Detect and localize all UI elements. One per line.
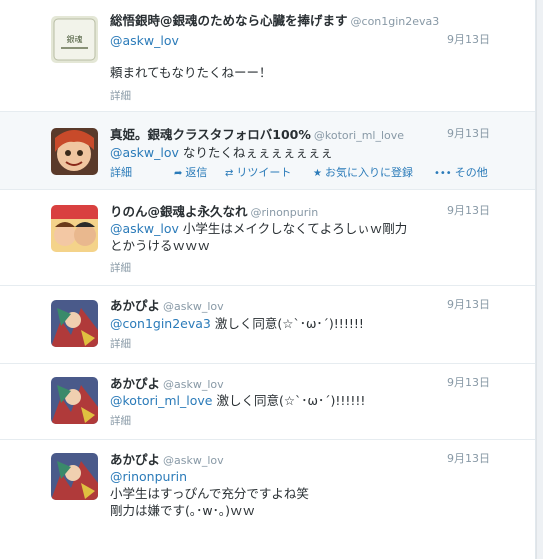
tweet-item[interactable]: あかぴよ @askw_lov 9月13日 @kotori_ml_love 激しく同… [0,364,535,440]
tweet-actions: 詳細 ➦ 返信 ⇄ リツイート ★ お気に入りに登録 ••• その他 [110,165,490,181]
more-label: その他 [454,166,488,179]
screen-name[interactable]: @kotori_ml_love [314,129,404,142]
tweet-text-line: 小学生はすっぴんで充分ですよね笑 [110,486,309,501]
tweet-text: @con1gin2eva3 激しく同意(☆`･ω･´)!!!!!! [110,315,410,332]
timestamp[interactable]: 9月13日 [447,31,490,49]
avatar[interactable] [51,300,98,347]
favorite-label: お気に入りに登録 [324,166,413,179]
fullname[interactable]: 総悟銀時@銀魂のためなら心臓を捧げます [110,13,348,28]
avatar[interactable] [51,453,98,500]
avatar[interactable]: 銀魂 [51,16,98,63]
tweet-item[interactable]: 銀魂 総悟銀時@銀魂のためなら心臓を捧げます @con1gin2eva3 9月13… [0,0,535,112]
tweet-item[interactable]: りのん@銀魂よ永久なれ @rinonpurin 9月13日 @askw_lov 小… [0,190,535,286]
retweet-label: リツイート [236,166,292,179]
tweet-item[interactable]: あかぴよ @askw_lov 9月13日 @con1gin2eva3 激しく同意(… [0,286,535,364]
scrollbar[interactable] [536,0,543,559]
tweet-header: あかぴよ @askw_lov [110,450,491,468]
fullname[interactable]: りのん@銀魂よ永久なれ [110,204,248,219]
reply-icon: ➦ [174,168,183,179]
screen-name[interactable]: @con1gin2eva3 [351,15,440,28]
reply-label: 返信 [185,166,208,179]
detail-link[interactable]: 詳細 [110,89,131,103]
tweet-item[interactable]: 真姫。銀魂クラスタフォロバ100% @kotori_ml_love 9月13日 @… [0,112,535,190]
mention-link[interactable]: @con1gin2eva3 [110,316,211,331]
timestamp[interactable]: 9月13日 [447,450,490,468]
detail-link[interactable]: 詳細 [110,165,132,181]
mention-link[interactable]: @askw_lov [110,221,179,236]
detail-link[interactable]: 詳細 [110,337,131,351]
mention-link[interactable]: @askw_lov [110,145,179,160]
tweet-text-line: 激しく同意(☆`･ω･´)!!!!!! [212,393,366,408]
timeline-stream: 銀魂 総悟銀時@銀魂のためなら心臓を捧げます @con1gin2eva3 9月13… [0,0,536,559]
mention-link[interactable]: @askw_lov [110,33,179,48]
tweet-text: @askw_lov なりたくねぇぇぇぇぇぇぇ [110,144,410,161]
mention-link[interactable]: @kotori_ml_love [110,393,212,408]
tweet-header: あかぴよ @askw_lov [110,374,491,392]
screen-name[interactable]: @askw_lov [163,300,224,313]
screen-name[interactable]: @rinonpurin [251,206,319,219]
star-icon: ★ [313,168,322,179]
timestamp[interactable]: 9月13日 [447,374,490,392]
avatar[interactable] [51,128,98,175]
avatar[interactable] [51,205,98,252]
fullname[interactable]: あかぴよ [110,452,160,467]
screen-name[interactable]: @askw_lov [163,454,224,467]
svg-text:銀魂: 銀魂 [67,34,83,44]
favorite-button[interactable]: ★ お気に入りに登録 [313,165,413,182]
tweet-text: @kotori_ml_love 激しく同意(☆`･ω･´)!!!!!! [110,392,410,409]
tweet-text-line: 頼まれてもなりたくねーー！ [110,65,272,80]
timestamp[interactable]: 9月13日 [447,202,490,220]
tweet-text-line: なりたくねぇぇぇぇぇぇぇ [178,145,333,160]
more-dots-icon: ••• [434,168,452,179]
fullname[interactable]: あかぴよ [110,376,160,391]
mention-link[interactable]: @rinonpurin [110,469,187,484]
retweet-button[interactable]: ⇄ リツイート [225,165,291,182]
fullname[interactable]: あかぴよ [110,298,160,313]
tweet-text-line: 激しく同意(☆`･ω･´)!!!!!! [210,316,364,331]
more-button[interactable]: ••• その他 [434,165,488,182]
reply-button[interactable]: ➦ 返信 [174,165,207,182]
fullname[interactable]: 真姫。銀魂クラスタフォロバ100% [110,127,311,142]
tweet-text-line: 剛力は嫌です(｡･w･｡)ｗｗ [110,503,255,518]
tweet-header: りのん@銀魂よ永久なれ @rinonpurin [110,202,491,220]
detail-link[interactable]: 詳細 [110,414,131,428]
tweet-text: @askw_lov 頼まれてもなりたくねーー！ [110,32,380,81]
tweet-header: あかぴよ @askw_lov [110,296,491,314]
tweet-item[interactable]: あかぴよ @askw_lov 9月13日 @rinonpurin 小学生はすっぴん… [0,440,535,559]
retweet-icon: ⇄ [225,168,234,179]
timestamp[interactable]: 9月13日 [447,125,490,143]
tweet-text-line: 小学生はメイクしなくてよろしぃｗ剛力 [178,221,408,236]
tweet-header: 真姫。銀魂クラスタフォロバ100% @kotori_ml_love [110,125,491,143]
detail-link[interactable]: 詳細 [110,261,131,275]
tweet-text-line: とかうけるｗｗｗ [110,238,211,253]
tweet-text: @askw_lov 小学生はメイクしなくてよろしぃｗ剛力 とかうけるｗｗｗ [110,220,410,254]
tweet-text: @rinonpurin 小学生はすっぴんで充分ですよね笑 剛力は嫌です(｡･w･… [110,468,410,519]
avatar[interactable] [51,377,98,424]
timestamp[interactable]: 9月13日 [447,296,490,314]
screen-name[interactable]: @askw_lov [163,378,224,391]
tweet-header: 総悟銀時@銀魂のためなら心臓を捧げます @con1gin2eva3 [110,11,491,29]
